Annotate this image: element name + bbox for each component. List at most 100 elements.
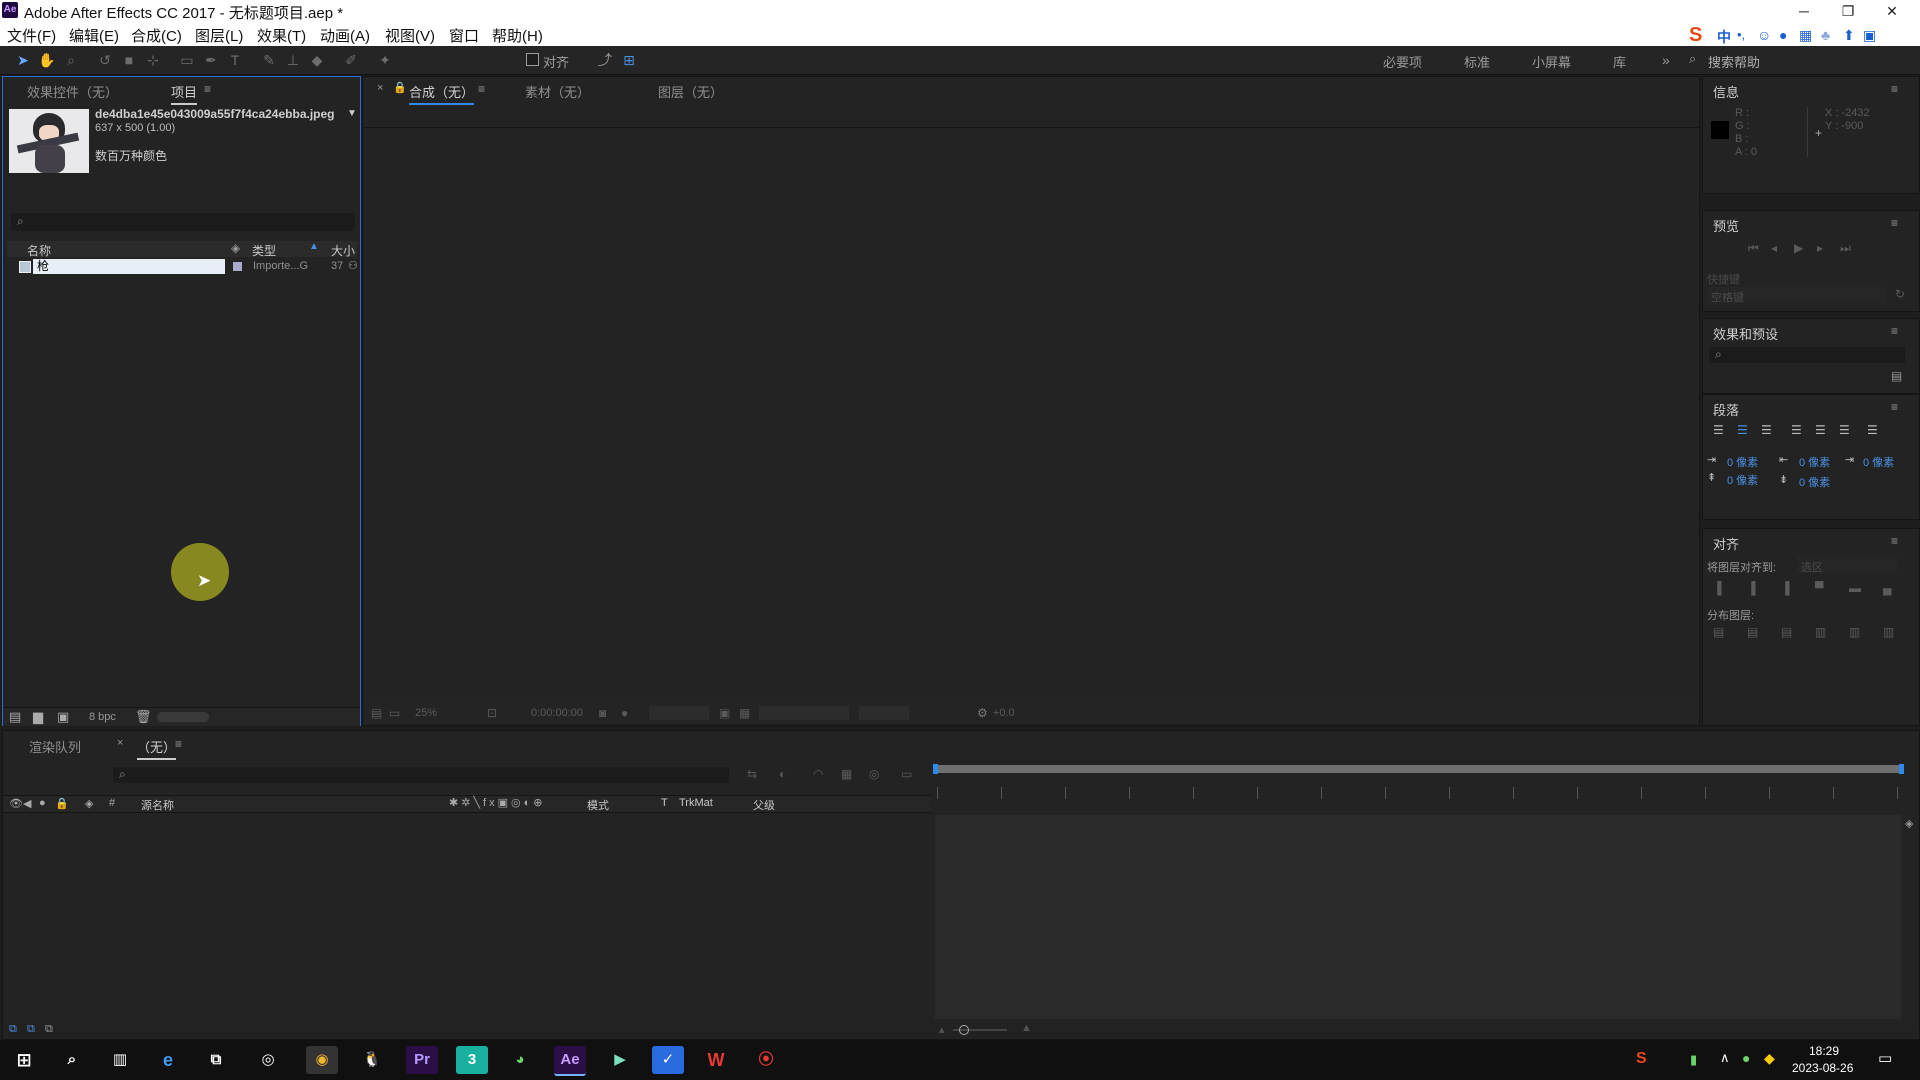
zoom-in-icon[interactable]: ▲ <box>1021 1022 1032 1034</box>
workspace-standard[interactable]: 标准 <box>1464 52 1490 71</box>
composition-tab-menu-icon[interactable]: ≡ <box>478 82 485 96</box>
bit-depth-button[interactable]: 8 bpc <box>89 711 116 723</box>
feishu-icon[interactable]: ✓ <box>652 1046 684 1074</box>
rotate-tool-icon[interactable]: ↺ <box>96 51 114 69</box>
comp-mini-flowchart-icon[interactable]: ⇆ <box>747 767 757 781</box>
first-frame-icon[interactable]: ⏮ <box>1748 241 1759 256</box>
clock-time[interactable]: 18:29 <box>1796 1044 1852 1058</box>
3d-app-icon[interactable]: 3 <box>456 1046 488 1074</box>
snap-option-icon[interactable]: ⤴ <box>596 51 614 69</box>
wps-icon[interactable]: W <box>700 1046 732 1074</box>
hand-tool-icon[interactable]: ✋ <box>38 51 56 69</box>
column-type-header[interactable]: 类型 <box>252 242 276 259</box>
close-tab-icon[interactable]: × <box>377 82 383 94</box>
align-left-edges-icon[interactable]: ▐ <box>1713 581 1722 595</box>
color-app-icon[interactable]: ◕ <box>504 1046 536 1074</box>
tray-status-icon[interactable]: ● <box>1742 1050 1750 1066</box>
sort-ascending-icon[interactable]: ▲ <box>309 241 319 252</box>
shortcut-dropdown[interactable]: 空格键 <box>1707 287 1887 304</box>
distribute-top-icon[interactable]: ▤ <box>1713 625 1724 639</box>
edge-browser-icon[interactable]: e <box>152 1046 184 1074</box>
label-tag-icon[interactable]: ◈ <box>231 241 240 255</box>
search-app-icon[interactable]: ◎ <box>252 1046 284 1074</box>
new-folder-icon[interactable]: ▆ <box>33 709 43 725</box>
project-panel-menu-icon[interactable]: ≡ <box>204 82 211 96</box>
tab-composition[interactable]: 合成（无） <box>409 82 475 105</box>
work-area-end-handle[interactable] <box>1899 764 1904 774</box>
thumbnail-slider[interactable] <box>157 712 209 722</box>
timeline-zoom-slider-thumb[interactable] <box>959 1025 969 1035</box>
workspace-libraries[interactable]: 库 <box>1613 52 1626 71</box>
roto-brush-tool-icon[interactable]: ✐ <box>342 51 360 69</box>
keyboard-icon[interactable]: ▦ <box>1799 27 1812 44</box>
new-animation-preset-icon[interactable]: ▤ <box>1891 369 1902 383</box>
transfer-controls-toggle-icon[interactable]: ⧉ <box>27 1023 35 1036</box>
tab-render-queue[interactable]: 渲染队列 <box>29 737 81 756</box>
minimize-button[interactable]: ─ <box>1782 0 1826 22</box>
tab-footage[interactable]: 素材（无） <box>525 82 590 101</box>
selection-tool-icon[interactable]: ➤ <box>14 51 32 69</box>
align-left-icon[interactable]: ☰ <box>1713 423 1724 437</box>
column-name-header[interactable]: 名称 <box>27 242 51 259</box>
preview-panel-title[interactable]: 预览 <box>1713 216 1739 235</box>
solo-switch-icon[interactable]: ● <box>39 797 46 809</box>
distribute-hcenter-icon[interactable]: ▥ <box>1849 625 1860 639</box>
timeline-tab-menu-icon[interactable]: ≡ <box>175 737 182 751</box>
qq-icon[interactable]: 🐧 <box>356 1046 388 1074</box>
tab-project[interactable]: 项目 <box>171 82 198 105</box>
interpret-footage-icon[interactable]: ▤ <box>9 709 21 725</box>
tab-layer[interactable]: 图层（无） <box>658 82 723 101</box>
zoom-tool-icon[interactable]: ⌕ <box>62 51 80 69</box>
align-right-edges-icon[interactable]: ▐ <box>1781 581 1790 595</box>
exposure-value[interactable]: +0.0 <box>993 707 1015 719</box>
delete-icon[interactable]: 🗑 <box>135 709 152 725</box>
paragraph-panel-menu-icon[interactable]: ≡ <box>1891 400 1898 414</box>
effects-search-input[interactable]: ⌕ <box>1709 347 1905 363</box>
search-help-icon[interactable]: ⌕ <box>1689 51 1696 67</box>
preview-panel-menu-icon[interactable]: ≡ <box>1891 216 1898 230</box>
camera-view-dropdown[interactable] <box>759 706 849 720</box>
tray-app-icon[interactable]: ◆ <box>1764 1050 1775 1067</box>
indent-first-line-value[interactable]: 0 像素 <box>1799 454 1830 470</box>
time-ruler[interactable] <box>937 787 1903 799</box>
clock-date[interactable]: 2023-08-26 <box>1792 1061 1853 1075</box>
always-preview-icon[interactable]: ▤ <box>371 706 382 720</box>
in-out-toggle-icon[interactable]: ⧉ <box>45 1023 53 1036</box>
rectangle-tool-icon[interactable]: ▭ <box>178 51 196 69</box>
lock-switch-icon[interactable]: 🔒 <box>55 797 69 810</box>
snapshot-icon[interactable]: ◙ <box>599 706 606 720</box>
after-effects-taskbar-icon[interactable]: Ae <box>554 1046 586 1076</box>
effects-panel-menu-icon[interactable]: ≡ <box>1891 324 1898 338</box>
skin-icon[interactable]: ♣ <box>1821 27 1830 43</box>
show-hidden-icons-icon[interactable]: ∧ <box>1720 1050 1730 1066</box>
camera-tool-icon[interactable]: ■ <box>120 51 138 69</box>
type-tool-icon[interactable]: T <box>226 51 244 69</box>
distribute-vcenter-icon[interactable]: ▤ <box>1747 625 1758 639</box>
new-composition-icon[interactable]: ▣ <box>57 709 69 725</box>
paragraph-panel-title[interactable]: 段落 <box>1713 400 1739 419</box>
menu-view[interactable]: 视图(V) <box>385 25 435 46</box>
fast-previews-icon[interactable]: ⚙ <box>977 706 988 720</box>
layer-switches-toggle-icon[interactable]: ⧉ <box>9 1023 17 1036</box>
audio-switch-icon[interactable]: ◀ <box>23 797 31 810</box>
notification-center-icon[interactable]: ▭ <box>1878 1049 1892 1067</box>
align-panel-menu-icon[interactable]: ≡ <box>1891 534 1898 548</box>
lock-icon[interactable]: 🔒 <box>393 81 407 94</box>
info-panel-menu-icon[interactable]: ≡ <box>1891 82 1898 96</box>
loop-icon[interactable]: ↻ <box>1895 287 1905 301</box>
indent-left-value[interactable]: 0 像素 <box>1727 454 1758 470</box>
punctuation-icon[interactable]: •, <box>1737 27 1745 42</box>
show-channel-icon[interactable]: ● <box>621 706 628 720</box>
monitor-icon[interactable]: ▭ <box>389 706 400 720</box>
eraser-tool-icon[interactable]: ◆ <box>308 51 326 69</box>
previous-frame-icon[interactable]: ◂ <box>1771 241 1777 255</box>
menu-layer[interactable]: 图层(L) <box>195 25 243 46</box>
align-panel-title[interactable]: 对齐 <box>1713 534 1739 553</box>
label-color-swatch[interactable] <box>233 262 242 271</box>
battery-icon[interactable]: ▮ <box>1690 1052 1697 1068</box>
microphone-icon[interactable]: ● <box>1779 27 1787 43</box>
parent-header[interactable]: 父级 <box>753 797 775 813</box>
task-view-icon[interactable]: ▥ <box>104 1046 136 1074</box>
close-button[interactable]: ✕ <box>1870 0 1914 22</box>
play-icon[interactable]: ▶ <box>1794 241 1803 255</box>
